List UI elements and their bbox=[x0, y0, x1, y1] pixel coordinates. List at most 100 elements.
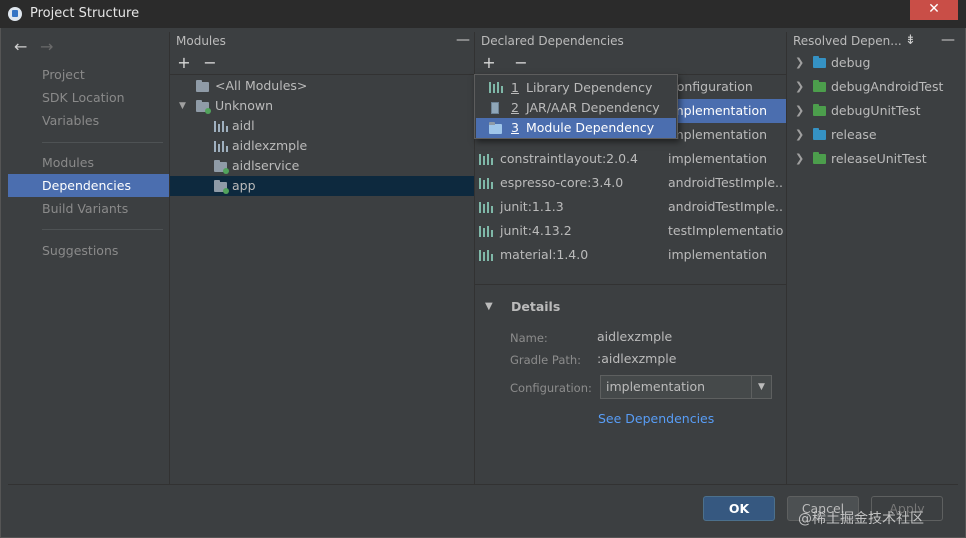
watermark: @稀土掘金技术社区 bbox=[798, 511, 924, 527]
app-module-icon bbox=[214, 160, 229, 174]
nav-item-build-variants[interactable]: Build Variants bbox=[8, 197, 169, 220]
nav-item-variables[interactable]: Variables bbox=[8, 109, 169, 132]
library-icon bbox=[479, 250, 493, 261]
modules-folder-icon bbox=[196, 80, 209, 92]
folder-icon bbox=[813, 104, 826, 116]
dependency-configuration: implementation bbox=[668, 103, 768, 118]
add-module-button[interactable]: + bbox=[176, 53, 192, 72]
nav-divider bbox=[42, 142, 163, 143]
chevron-right-icon[interactable]: ❯ bbox=[795, 123, 804, 147]
menu-item-library-dependency[interactable]: 1 Library Dependency bbox=[476, 78, 676, 98]
add-dependency-popup: 1 Library Dependency 2 JAR/AAR Dependenc… bbox=[474, 74, 678, 139]
remove-module-button[interactable]: − bbox=[202, 53, 218, 72]
menu-item-label: JAR/AAR Dependency bbox=[526, 100, 660, 115]
chevron-down-icon[interactable]: ▼ bbox=[751, 376, 771, 398]
table-row[interactable]: espresso-core:3.4.0 androidTestImple... bbox=[475, 171, 786, 195]
modules-collapse-button[interactable]: — bbox=[456, 32, 470, 48]
configuration-label: Configuration: bbox=[510, 381, 592, 395]
details-title: Details bbox=[511, 299, 561, 314]
dependency-configuration: androidTestImple... bbox=[668, 175, 784, 190]
resolved-item-debugunittest[interactable]: ❯ debugUnitTest bbox=[787, 99, 957, 123]
remove-dependency-button[interactable]: − bbox=[513, 53, 529, 72]
declared-toolbar: + − bbox=[475, 51, 786, 75]
nav-item-sdk-location[interactable]: SDK Location bbox=[8, 86, 169, 109]
collapse-details-icon[interactable]: ▼ bbox=[485, 301, 493, 312]
declared-header: Declared Dependencies bbox=[481, 34, 624, 48]
gradle-path-value: :aidlexzmple bbox=[597, 351, 677, 366]
resolved-item-label: release bbox=[831, 127, 877, 142]
dependency-configuration: testImplementation bbox=[668, 223, 784, 238]
menu-item-number: 3 bbox=[511, 120, 519, 135]
name-label: Name: bbox=[510, 331, 548, 345]
title-bar: Project Structure ✕ bbox=[0, 0, 966, 28]
nav-item-dependencies[interactable]: Dependencies bbox=[8, 174, 169, 197]
expand-arrow-icon[interactable]: ▼ bbox=[179, 96, 186, 116]
dependency-name: espresso-core:3.4.0 bbox=[500, 175, 624, 190]
details-section: ▼ Details Name: aidlexzmple Gradle Path:… bbox=[475, 284, 786, 484]
menu-item-label: Library Dependency bbox=[526, 80, 653, 95]
tree-item-aidl[interactable]: aidl bbox=[170, 116, 474, 136]
resolved-item-release[interactable]: ❯ release bbox=[787, 123, 957, 147]
window-title: Project Structure bbox=[30, 6, 140, 21]
android-studio-icon bbox=[8, 7, 22, 21]
chevron-right-icon[interactable]: ❯ bbox=[795, 75, 804, 99]
chevron-right-icon[interactable]: ❯ bbox=[795, 51, 804, 75]
back-arrow-icon[interactable]: ← bbox=[14, 37, 27, 56]
resolved-item-debug[interactable]: ❯ debug bbox=[787, 51, 957, 75]
library-module-icon bbox=[214, 141, 228, 152]
tree-item-label: app bbox=[232, 178, 256, 193]
chevron-right-icon[interactable]: ❯ bbox=[795, 99, 804, 123]
app-module-icon bbox=[214, 180, 229, 194]
dependency-configuration: implementation bbox=[668, 151, 768, 166]
table-row[interactable]: constraintlayout:2.0.4 implementation bbox=[475, 147, 786, 171]
close-button[interactable]: ✕ bbox=[910, 0, 958, 20]
tree-item-app[interactable]: app bbox=[170, 176, 474, 196]
forward-arrow-icon[interactable]: → bbox=[40, 37, 53, 56]
menu-item-label: Module Dependency bbox=[526, 120, 655, 135]
ok-button[interactable]: OK bbox=[703, 496, 775, 521]
name-value: aidlexzmple bbox=[597, 329, 673, 344]
dependency-name: material:1.4.0 bbox=[500, 247, 589, 262]
tree-item-aidlexzmple[interactable]: aidlexzmple bbox=[170, 136, 474, 156]
nav-item-modules[interactable]: Modules bbox=[8, 151, 169, 174]
configuration-column-header[interactable]: Configuration bbox=[668, 75, 784, 99]
resolved-dependencies-panel: Resolved Depen... ⇟ — ❯ debug ❯ debugAnd… bbox=[786, 32, 958, 484]
library-module-icon bbox=[214, 121, 228, 132]
folder-icon bbox=[813, 128, 826, 140]
table-row[interactable]: junit:4.13.2 testImplementation bbox=[475, 219, 786, 243]
menu-item-number: 1 bbox=[511, 80, 519, 95]
dependency-configuration: androidTestImple... bbox=[668, 199, 784, 214]
left-nav: ← → Project SDK Location Variables Modul… bbox=[8, 32, 169, 484]
folder-icon bbox=[196, 100, 211, 114]
nav-item-suggestions[interactable]: Suggestions bbox=[8, 239, 169, 262]
library-icon bbox=[479, 154, 493, 165]
folder-icon bbox=[813, 56, 826, 68]
add-dependency-button[interactable]: + bbox=[481, 53, 497, 72]
tree-item-label: aidl bbox=[232, 118, 255, 133]
tree-item-all-modules[interactable]: <All Modules> bbox=[170, 76, 474, 96]
sort-icon[interactable]: ⇟ bbox=[905, 33, 916, 48]
modules-header: Modules bbox=[176, 34, 226, 48]
dependency-name: junit:4.13.2 bbox=[500, 223, 572, 238]
library-icon bbox=[479, 202, 493, 213]
configuration-select[interactable]: implementation ▼ bbox=[600, 375, 772, 399]
resolved-item-debugandroidtest[interactable]: ❯ debugAndroidTest bbox=[787, 75, 957, 99]
chevron-right-icon[interactable]: ❯ bbox=[795, 147, 804, 171]
nav-item-project[interactable]: Project bbox=[8, 63, 169, 86]
dependency-configuration: implementation bbox=[668, 127, 768, 142]
resolved-item-label: debug bbox=[831, 55, 871, 70]
menu-item-module-dependency[interactable]: 3 Module Dependency bbox=[476, 118, 676, 138]
table-row[interactable]: material:1.4.0 implementation bbox=[475, 243, 786, 267]
library-icon bbox=[479, 226, 493, 237]
tree-item-aidlservice[interactable]: aidlservice bbox=[170, 156, 474, 176]
tree-item-unknown[interactable]: ▼ Unknown bbox=[170, 96, 474, 116]
resolved-item-releaseunittest[interactable]: ❯ releaseUnitTest bbox=[787, 147, 957, 171]
menu-item-jar-aar-dependency[interactable]: 2 JAR/AAR Dependency bbox=[476, 98, 676, 118]
configuration-select-value: implementation bbox=[606, 379, 706, 394]
resolved-collapse-button[interactable]: — bbox=[941, 32, 955, 48]
see-dependencies-link[interactable]: See Dependencies bbox=[598, 411, 714, 426]
table-row[interactable]: junit:1.1.3 androidTestImple... bbox=[475, 195, 786, 219]
resolved-item-label: debugAndroidTest bbox=[831, 79, 944, 94]
tree-item-label: aidlexzmple bbox=[232, 138, 308, 153]
resolved-item-label: releaseUnitTest bbox=[831, 151, 927, 166]
